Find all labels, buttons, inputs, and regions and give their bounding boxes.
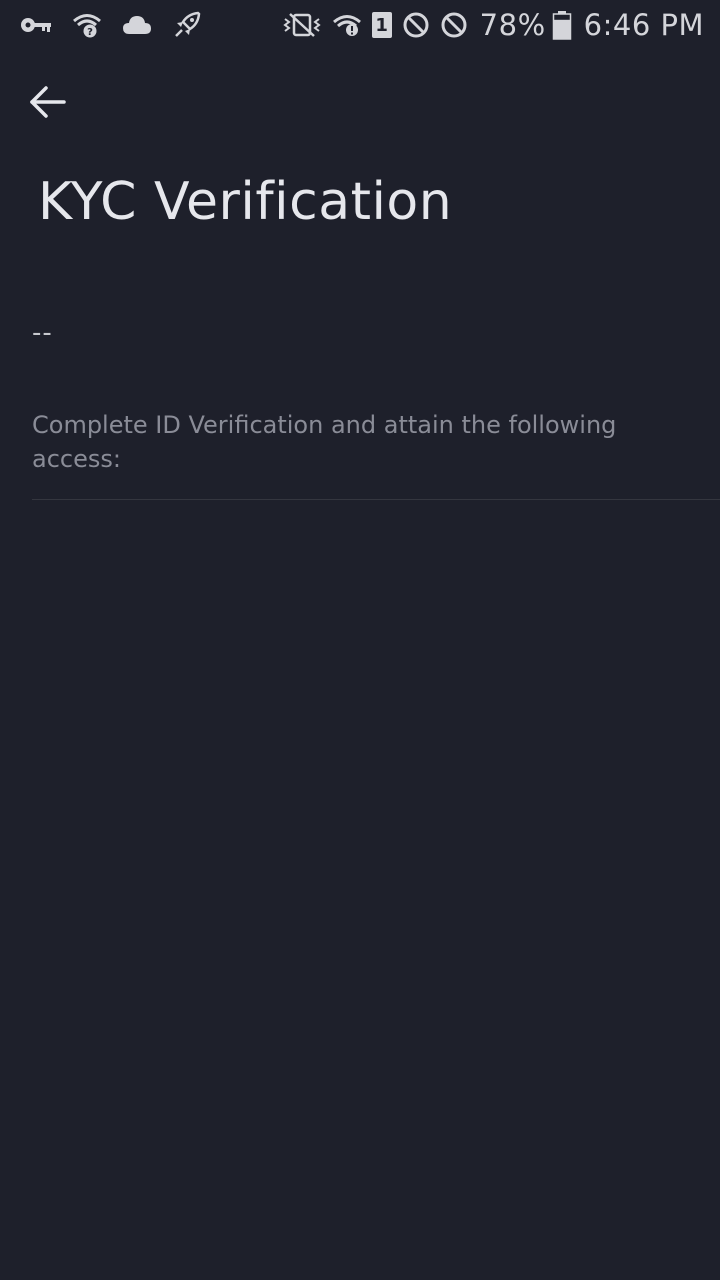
- status-bar-right: 1 78% 6:46 PM: [272, 8, 704, 42]
- cloud-icon: [122, 10, 152, 40]
- sim-icon: 1: [371, 10, 392, 40]
- vibrate-mute-icon: [282, 10, 322, 40]
- battery-icon: [552, 10, 572, 40]
- block-icon: [440, 10, 468, 40]
- rocket-icon: [172, 10, 202, 40]
- key-icon: [20, 10, 52, 40]
- back-button[interactable]: [20, 80, 76, 128]
- verification-description: Complete ID Verification and attain the …: [32, 411, 617, 473]
- wifi-icon: [332, 10, 362, 40]
- verification-status-value: --: [32, 318, 53, 348]
- status-bar: ? 1 78% 6:46 PM: [0, 0, 720, 50]
- status-bar-left: ?: [20, 10, 222, 40]
- battery-percent: 78%: [479, 8, 546, 42]
- kyc-verification-screen: ? 1 78% 6:46 PM KYC Verification -- Comp…: [0, 0, 720, 1280]
- svg-text:?: ?: [87, 27, 93, 38]
- block-icon: [402, 10, 430, 40]
- page-title: KYC Verification: [38, 172, 453, 232]
- wifi-question-icon: ?: [72, 10, 102, 40]
- divider: [32, 499, 720, 500]
- status-time: 6:46 PM: [583, 8, 704, 42]
- sim-slot-label: 1: [371, 12, 392, 38]
- arrow-left-icon: [28, 84, 68, 124]
